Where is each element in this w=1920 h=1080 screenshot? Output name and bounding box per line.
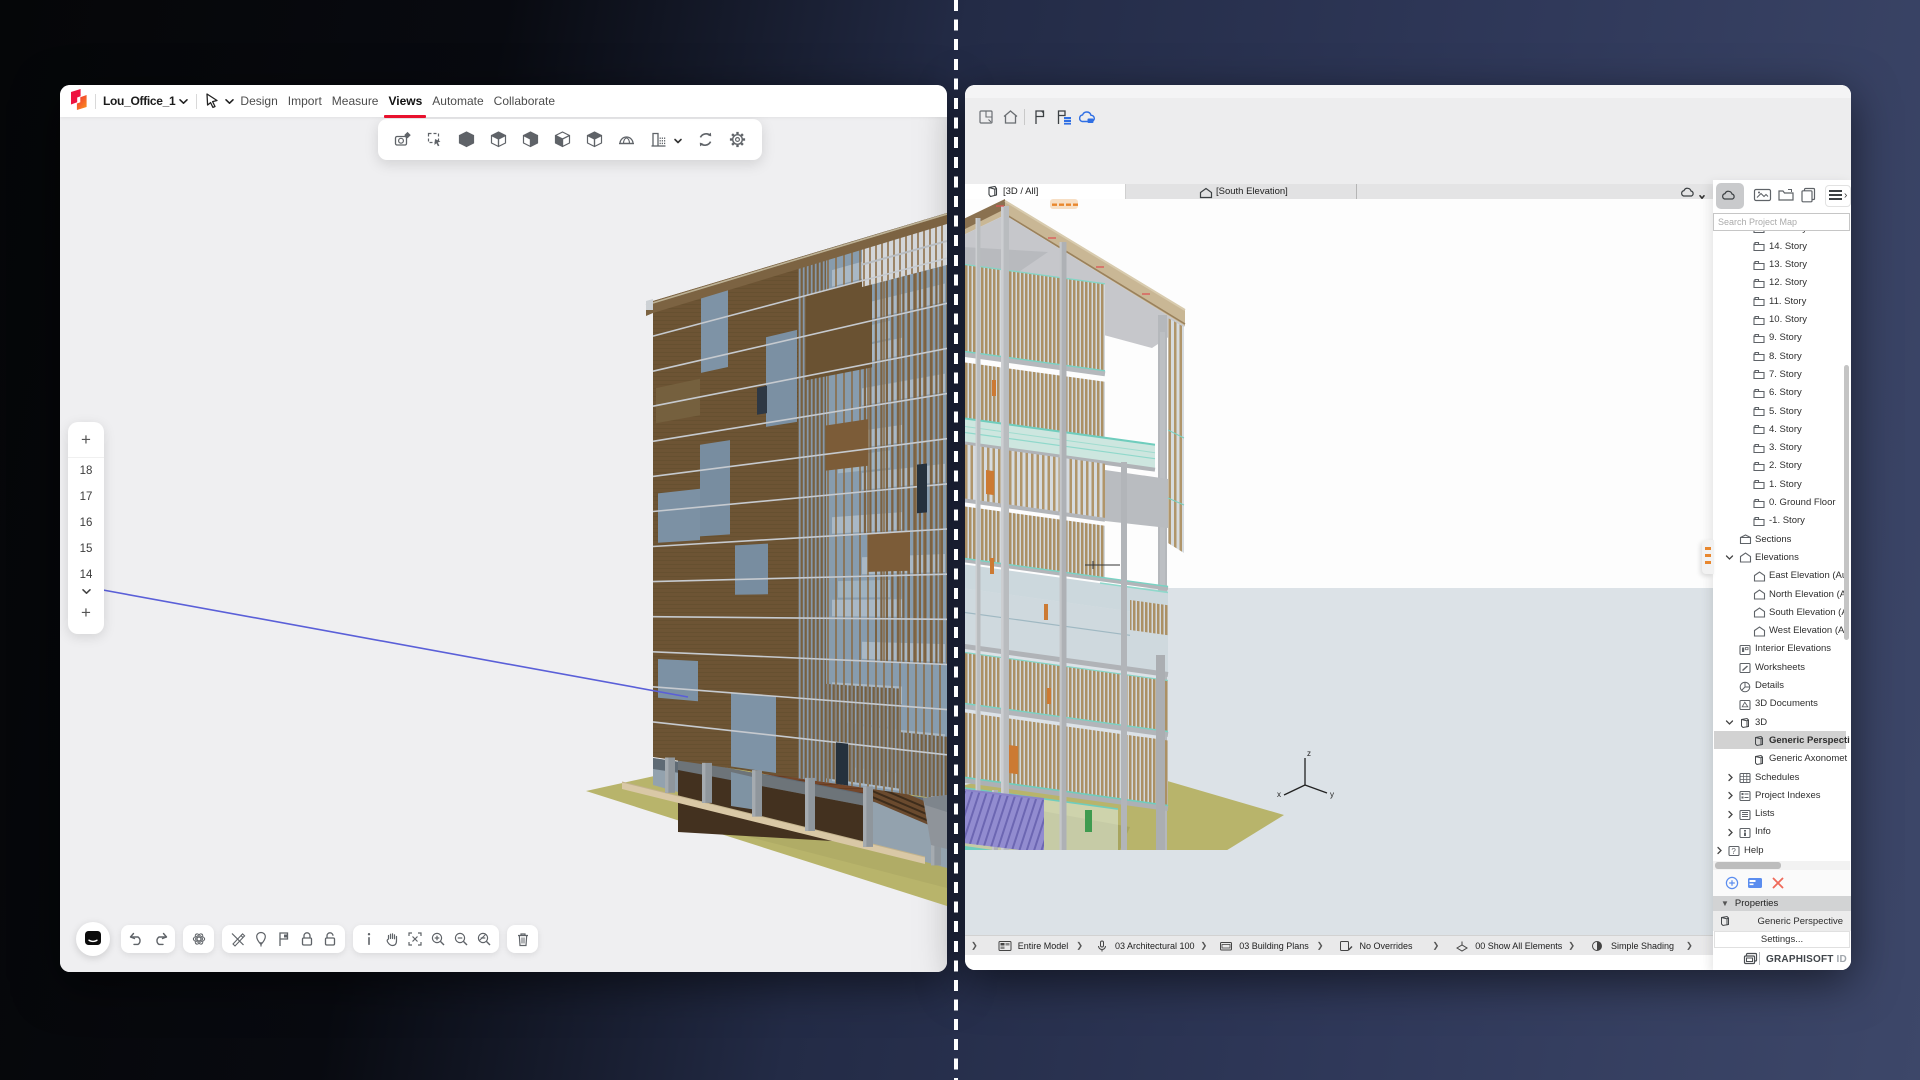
svg-text:z: z: [1307, 749, 1311, 758]
svg-text:x: x: [1277, 790, 1281, 799]
svg-text:y: y: [1330, 790, 1334, 799]
svg-text:?: ?: [1731, 847, 1736, 856]
